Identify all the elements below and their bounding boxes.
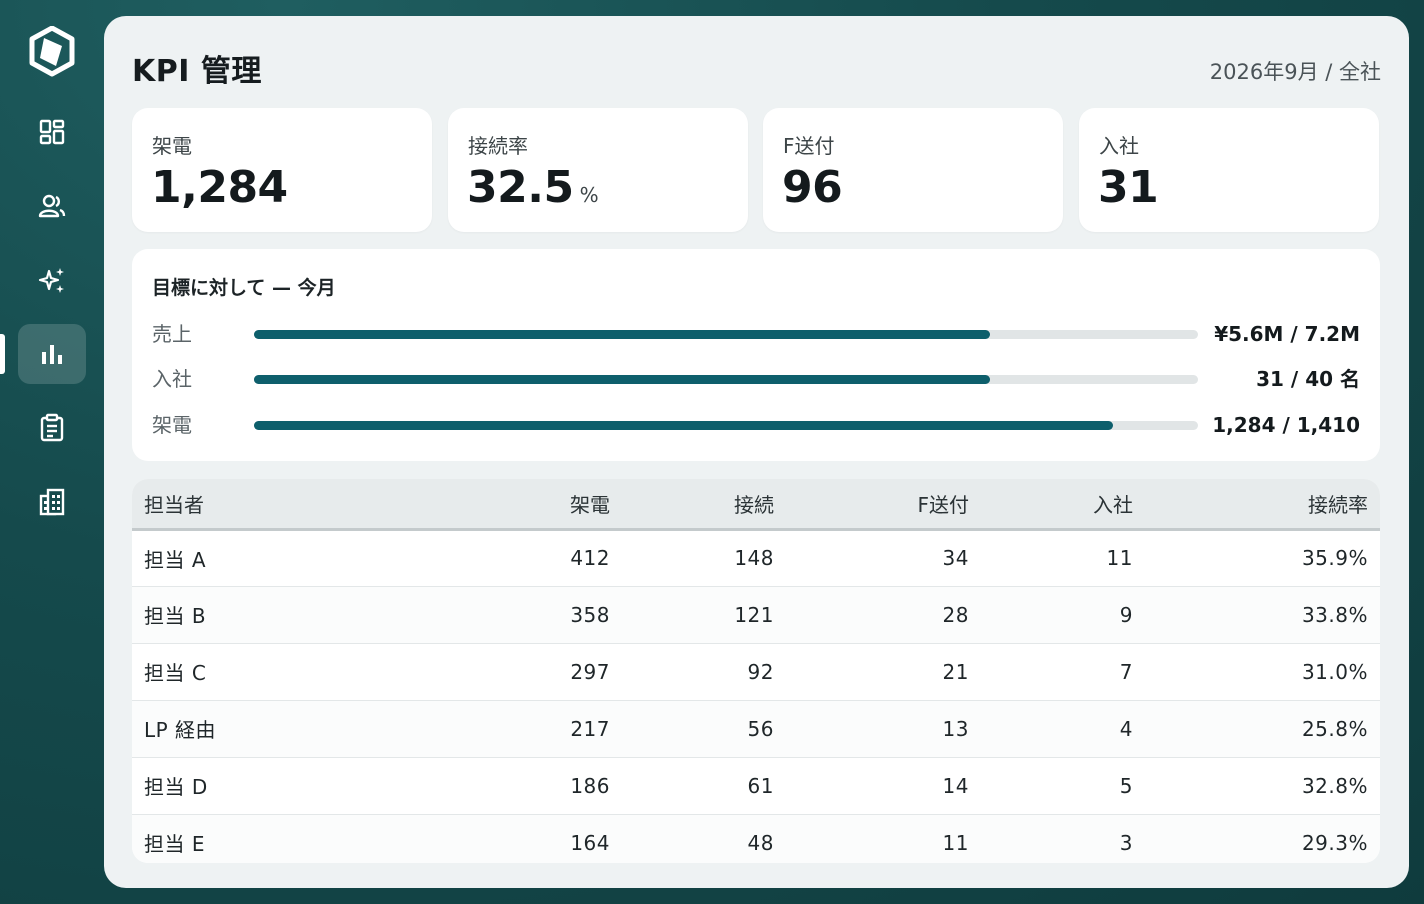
cell-connect-rate: 35.9% — [1301, 546, 1368, 570]
nav-dashboard-button[interactable] — [18, 102, 86, 162]
kpi-value: 96 — [782, 162, 843, 213]
cell-f-send: 28 — [942, 602, 969, 627]
cell-staff: 担当 C — [144, 661, 207, 685]
kpi-label: 接続率 — [468, 134, 528, 158]
cell-connects: 48 — [747, 830, 774, 855]
cell-connects: 148 — [734, 546, 774, 570]
progress-value: 1,284 / 1,410 — [1212, 413, 1360, 437]
kpi-card-hires: 入社 31 — [1079, 108, 1379, 232]
nav-active-marker — [0, 334, 5, 374]
column-header-staff[interactable]: 担当者 — [132, 479, 512, 531]
progress-track — [254, 330, 1198, 339]
column-header-connect-rate[interactable]: 接続率 — [1145, 479, 1380, 531]
progress-label: 架電 — [152, 413, 192, 437]
kpi-value: 1,284 — [151, 162, 288, 213]
period-selector[interactable]: 2026年9月 / 全社 — [1210, 56, 1381, 86]
cell-hires: 7 — [1119, 659, 1133, 684]
progress-title: 目標に対して — 今月 — [152, 277, 336, 299]
progress-value: ¥5.6M / 7.2M — [1214, 322, 1360, 346]
cell-staff: 担当 D — [144, 775, 208, 799]
nav-ai-button[interactable] — [18, 250, 86, 310]
kpi-label: 架電 — [152, 134, 192, 158]
cell-calls: 186 — [570, 773, 610, 798]
kpi-card-connect-rate: 接続率 32.5% — [448, 108, 748, 232]
progress-track — [254, 375, 1198, 384]
cell-staff: 担当 E — [144, 832, 205, 856]
cell-f-send: 14 — [942, 773, 969, 798]
cell-connects: 121 — [734, 602, 774, 627]
cell-connect-rate: 32.8% — [1301, 773, 1368, 798]
sidebar — [0, 0, 104, 904]
cell-hires: 3 — [1119, 830, 1133, 855]
nav-reports-button[interactable] — [18, 398, 86, 458]
cell-f-send: 34 — [942, 546, 969, 570]
cell-connect-rate: 25.8% — [1301, 716, 1368, 741]
dashboard-grid-icon — [39, 119, 65, 145]
table-row[interactable]: 担当 C 297 92 21 7 31.0% — [132, 643, 1380, 700]
target-progress-card: 目標に対して — 今月 売上 ¥5.6M / 7.2M 入社 31 / 40 名… — [132, 249, 1380, 461]
kpi-label: 入社 — [1099, 134, 1139, 158]
nav-company-button[interactable] — [18, 472, 86, 532]
table-row[interactable]: 担当 D 186 61 14 5 32.8% — [132, 757, 1380, 814]
sparkles-icon — [38, 268, 64, 293]
cell-calls: 358 — [570, 602, 610, 627]
table-row[interactable]: 担当 B 358 121 28 9 33.8% — [132, 586, 1380, 643]
cell-staff: LP 経由 — [144, 718, 217, 742]
cell-calls: 217 — [570, 716, 610, 741]
cell-f-send: 21 — [942, 659, 969, 684]
table-row[interactable]: 担当 A 412 148 34 11 35.9% — [132, 529, 1380, 586]
column-header-calls[interactable]: 架電 — [512, 479, 622, 531]
table-row[interactable]: LP 経由 217 56 13 4 25.8% — [132, 700, 1380, 757]
users-icon — [38, 194, 66, 218]
page-title: KPI 管理 — [132, 54, 262, 89]
building-icon — [39, 488, 65, 516]
table-header-row: 担当者 架電 接続 F送付 入社 接続率 — [132, 479, 1380, 531]
cell-hires: 9 — [1119, 602, 1133, 627]
cell-connect-rate: 29.3% — [1301, 830, 1368, 855]
bar-chart-icon — [42, 345, 62, 364]
progress-row-calls: 架電 1,284 / 1,410 — [152, 410, 1360, 440]
cell-calls: 412 — [570, 546, 610, 570]
column-header-hires[interactable]: 入社 — [981, 479, 1145, 531]
column-header-connects[interactable]: 接続 — [622, 479, 786, 531]
progress-label: 入社 — [152, 367, 192, 391]
main-panel: KPI 管理 2026年9月 / 全社 架電 1,284 接続率 32.5% F… — [104, 16, 1409, 888]
progress-fill — [254, 375, 991, 384]
progress-row-hires: 入社 31 / 40 名 — [152, 364, 1360, 394]
cell-connects: 92 — [747, 659, 774, 684]
cell-connect-rate: 33.8% — [1301, 602, 1368, 627]
table-row[interactable]: 担当 E 164 48 11 3 29.3% — [132, 814, 1380, 863]
cell-staff: 担当 A — [144, 547, 207, 572]
progress-fill — [254, 421, 1114, 430]
cell-f-send: 13 — [942, 716, 969, 741]
progress-value: 31 / 40 名 — [1256, 367, 1360, 391]
kpi-value: 32.5% — [467, 162, 599, 213]
kpi-table: 担当者 架電 接続 F送付 入社 接続率 担当 A 412 148 34 11 … — [132, 479, 1380, 863]
nav-users-button[interactable] — [18, 176, 86, 236]
progress-label: 売上 — [152, 322, 192, 346]
progress-row-sales: 売上 ¥5.6M / 7.2M — [152, 319, 1360, 349]
kpi-label: F送付 — [783, 134, 835, 158]
nav-kpi-button[interactable] — [18, 324, 86, 384]
cell-calls: 164 — [570, 830, 610, 855]
kpi-unit: % — [579, 183, 599, 207]
kpi-value: 31 — [1098, 162, 1159, 213]
cell-hires: 11 — [1106, 546, 1133, 570]
clipboard-icon — [40, 413, 64, 442]
staff-kpi-table: 担当者 架電 接続 F送付 入社 接続率 担当 A 412 148 34 11 … — [132, 479, 1380, 863]
cell-connect-rate: 31.0% — [1301, 659, 1368, 684]
column-header-f-send[interactable]: F送付 — [786, 479, 981, 531]
cell-connects: 56 — [747, 716, 774, 741]
progress-track — [254, 421, 1198, 430]
cell-connects: 61 — [747, 773, 774, 798]
kpi-card-calls: 架電 1,284 — [132, 108, 432, 232]
kpi-card-f-send: F送付 96 — [763, 108, 1063, 232]
cell-hires: 4 — [1119, 716, 1133, 741]
cell-f-send: 11 — [942, 830, 969, 855]
cell-staff: 担当 B — [144, 604, 207, 628]
app-logo-icon[interactable] — [28, 25, 76, 78]
progress-fill — [254, 330, 991, 339]
cell-calls: 297 — [570, 659, 610, 684]
cell-hires: 5 — [1119, 773, 1133, 798]
